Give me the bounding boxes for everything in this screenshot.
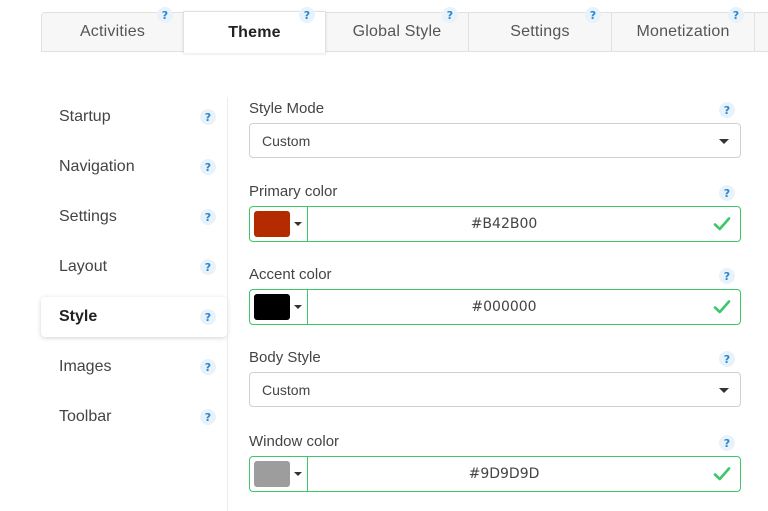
tab-monetization[interactable]: Monetization ? [612,7,755,52]
help-icon[interactable]: ? [157,7,173,23]
sidebar: Startup ? Navigation ? Settings ? Layout… [41,97,227,447]
help-icon[interactable]: ? [299,7,315,23]
primary-color-field: Primary color ? #B42B00 [249,182,741,242]
caret-down-icon [719,388,729,393]
field-label: Style Mode [249,100,325,117]
help-icon[interactable]: ? [719,268,735,284]
primary-color-input[interactable]: #B42B00 [249,206,741,242]
accent-color-input[interactable]: #000000 [249,289,741,325]
tab-settings[interactable]: Settings ? [469,7,612,52]
tab-label: Theme [228,23,281,41]
style-mode-field: Style Mode ? Custom [249,99,741,158]
tab-label: Global Style [352,23,442,40]
sidebar-item-images[interactable]: Images ? [41,347,227,387]
caret-down-icon [294,472,302,476]
sidebar-item-settings[interactable]: Settings ? [41,197,227,237]
tab-theme[interactable]: Theme ? [183,7,326,53]
window-color-field: Window color ? #9D9D9D [249,432,741,492]
color-swatch [254,211,290,237]
sidebar-item-label: Settings [59,208,117,225]
sidebar-item-layout[interactable]: Layout ? [41,247,227,287]
color-swatch [254,461,290,487]
sidebar-divider [227,97,228,511]
primary-color-picker-button[interactable] [250,207,308,241]
check-icon [713,467,731,481]
help-icon[interactable]: ? [200,259,216,275]
tab-global-style[interactable]: Global Style ? [326,7,469,52]
help-icon[interactable]: ? [728,7,744,23]
sidebar-item-label: Layout [59,258,108,275]
style-mode-select[interactable]: Custom [249,123,741,158]
hex-value[interactable]: #9D9D9D [308,466,740,482]
accent-color-picker-button[interactable] [250,290,308,324]
help-icon[interactable]: ? [200,209,216,225]
sidebar-item-label: Images [59,358,112,375]
window-color-input[interactable]: #9D9D9D [249,456,741,492]
caret-down-icon [294,305,302,309]
tab-label: Monetization [636,23,730,40]
check-icon [713,300,731,314]
body-style-field: Body Style ? Custom [249,348,741,407]
sidebar-item-label: Startup [59,108,111,125]
help-icon[interactable]: ? [719,185,735,201]
tab-activities[interactable]: Activities ? [42,7,184,52]
help-icon[interactable]: ? [585,7,601,23]
select-value: Custom [262,132,311,149]
sidebar-item-navigation[interactable]: Navigation ? [41,147,227,187]
field-label: Body Style [249,349,321,366]
check-icon [713,217,731,231]
help-icon[interactable]: ? [200,159,216,175]
sidebar-item-style[interactable]: Style ? [41,297,227,337]
tab-bar: Activities ? Theme ? Global Style ? Sett… [41,7,768,53]
body-style-select[interactable]: Custom [249,372,741,407]
help-icon[interactable]: ? [719,351,735,367]
sidebar-item-toolbar[interactable]: Toolbar ? [41,397,227,437]
field-label: Accent color [249,266,332,283]
caret-down-icon [719,139,729,144]
hex-value[interactable]: #000000 [308,299,740,315]
field-label: Primary color [249,183,338,200]
select-value: Custom [262,381,311,398]
sidebar-item-label: Navigation [59,158,135,175]
help-icon[interactable]: ? [442,7,458,23]
help-icon[interactable]: ? [719,435,735,451]
help-icon[interactable]: ? [200,109,216,125]
sidebar-item-startup[interactable]: Startup ? [41,97,227,137]
window-color-picker-button[interactable] [250,457,308,491]
tab-label: Activities [79,23,146,40]
caret-down-icon [294,222,302,226]
field-label: Window color [249,433,340,450]
color-swatch [254,294,290,320]
help-icon[interactable]: ? [200,359,216,375]
help-icon[interactable]: ? [719,102,735,118]
help-icon[interactable]: ? [200,409,216,425]
hex-value[interactable]: #B42B00 [308,216,740,232]
sidebar-item-label: Style [59,308,98,325]
accent-color-field: Accent color ? #000000 [249,265,741,325]
sidebar-item-label: Toolbar [59,408,112,425]
tab-label: Settings [510,23,570,40]
help-icon[interactable]: ? [200,309,216,325]
